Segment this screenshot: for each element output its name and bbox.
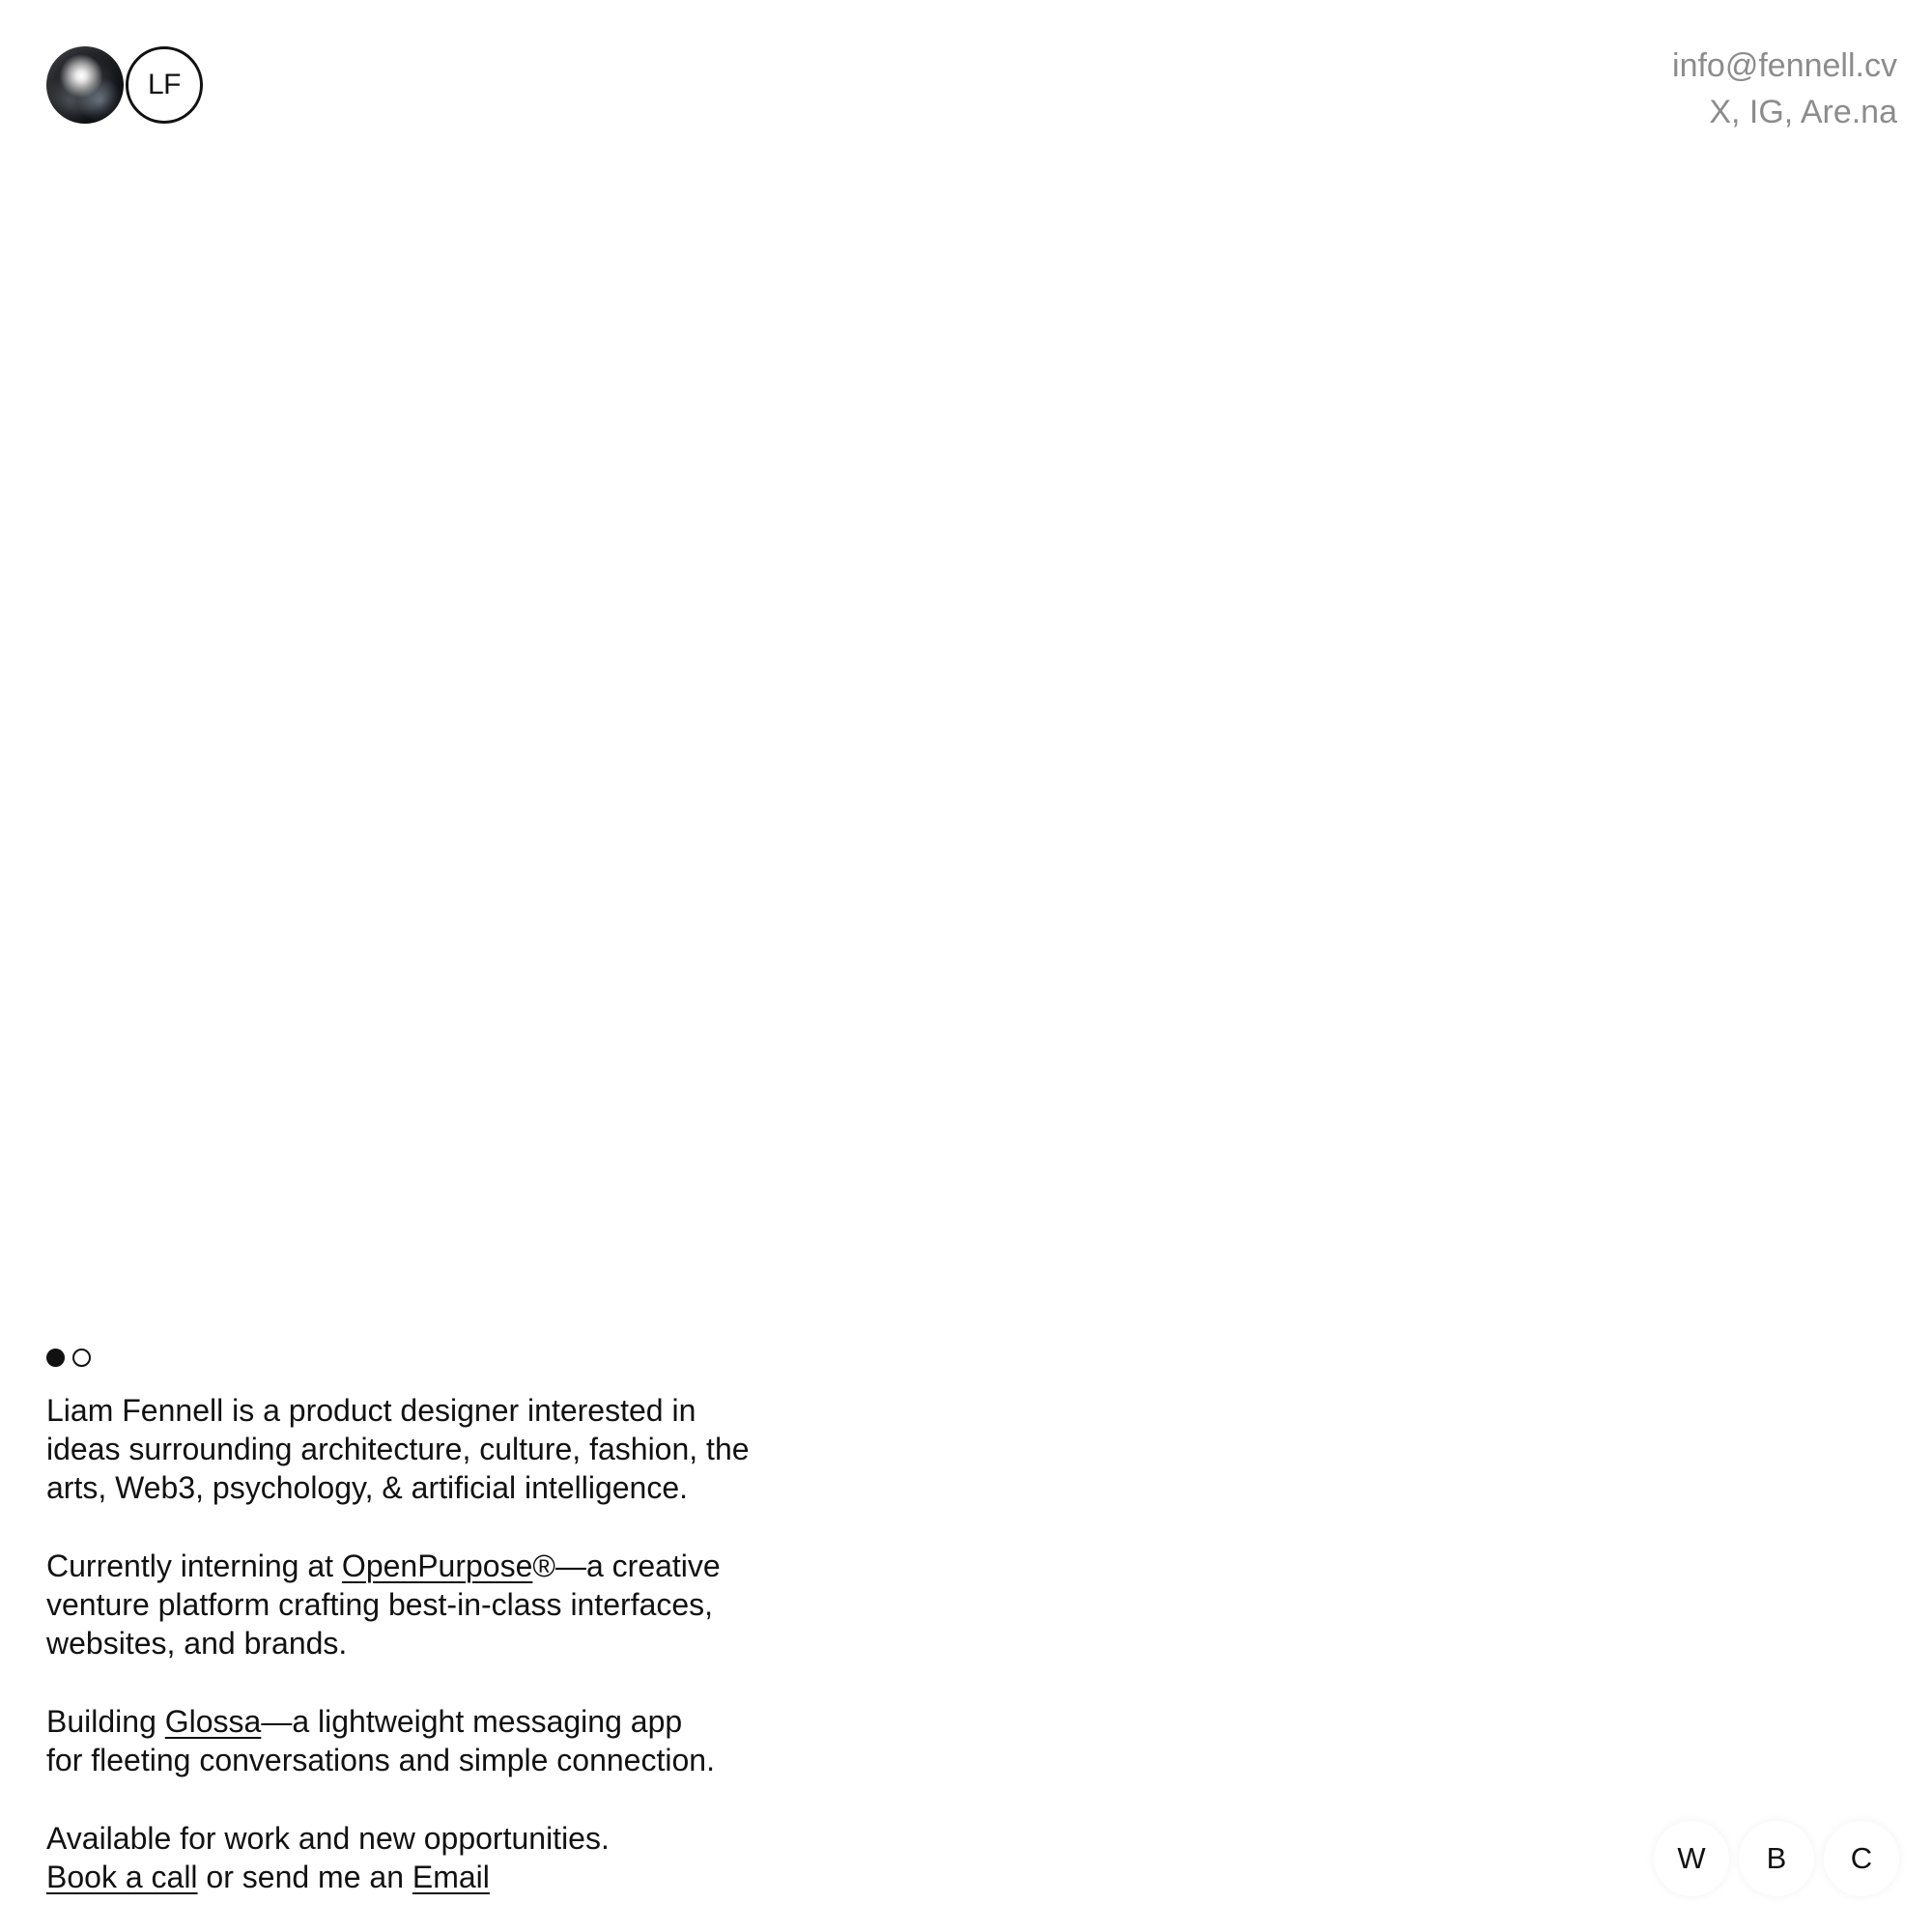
openpurpose-link[interactable]: OpenPurpose [342, 1548, 532, 1583]
contact-links: info@fennell.cv X, IG, Are.na [1672, 43, 1897, 135]
building-line-2: for fleeting conversations and simple co… [46, 1743, 715, 1777]
nav-button-c[interactable]: C [1824, 1821, 1899, 1896]
building-prefix: Building [46, 1704, 165, 1739]
bio: Liam Fennell is a product designer inter… [46, 1391, 781, 1896]
email-link[interactable]: info@fennell.cv [1672, 43, 1897, 89]
availability-middle: or send me an [197, 1860, 412, 1894]
bio-intro: Liam Fennell is a product designer inter… [46, 1391, 781, 1507]
monogram-text: LF [147, 69, 182, 100]
building-line-1: Building Glossa—a lightweight messaging … [46, 1702, 781, 1741]
slide-dot-2[interactable] [72, 1349, 91, 1367]
internship-line-2: venture platform crafting best-in-class … [46, 1587, 714, 1622]
bio-building: Building Glossa—a lightweight messaging … [46, 1702, 781, 1779]
book-call-link[interactable]: Book a call [46, 1860, 198, 1894]
internship-line-3: websites, and brands. [46, 1626, 348, 1661]
logo-group[interactable]: LF [46, 46, 203, 124]
nav-button-b[interactable]: B [1739, 1821, 1814, 1896]
bio-internship: Currently interning at OpenPurpose®—a cr… [46, 1547, 781, 1662]
slide-dot-1[interactable] [46, 1349, 65, 1367]
bio-intro-line: ideas surrounding architecture, culture,… [46, 1432, 750, 1466]
internship-prefix: Currently interning at [46, 1548, 342, 1583]
slide-indicator [46, 1349, 91, 1367]
bio-intro-line: arts, Web3, psychology, & artificial int… [46, 1470, 689, 1505]
glossa-link[interactable]: Glossa [165, 1704, 262, 1739]
bio-intro-line: Liam Fennell is a product designer inter… [46, 1393, 696, 1428]
social-links[interactable]: X, IG, Are.na [1672, 89, 1897, 135]
internship-line-1: Currently interning at OpenPurpose®—a cr… [46, 1547, 781, 1585]
nav-button-w[interactable]: W [1654, 1821, 1729, 1896]
email-contact-link[interactable]: Email [412, 1860, 490, 1894]
chrome-orb-logo [46, 46, 124, 124]
monogram-badge[interactable]: LF [126, 46, 203, 124]
availability-line-2: Book a call or send me an Email [46, 1858, 781, 1896]
availability-line-1: Available for work and new opportunities… [46, 1821, 610, 1856]
section-nav: W B C [1654, 1821, 1899, 1896]
bio-availability: Available for work and new opportunities… [46, 1819, 781, 1896]
internship-suffix: ®—a creative [532, 1548, 721, 1583]
building-suffix: —a lightweight messaging app [261, 1704, 683, 1739]
